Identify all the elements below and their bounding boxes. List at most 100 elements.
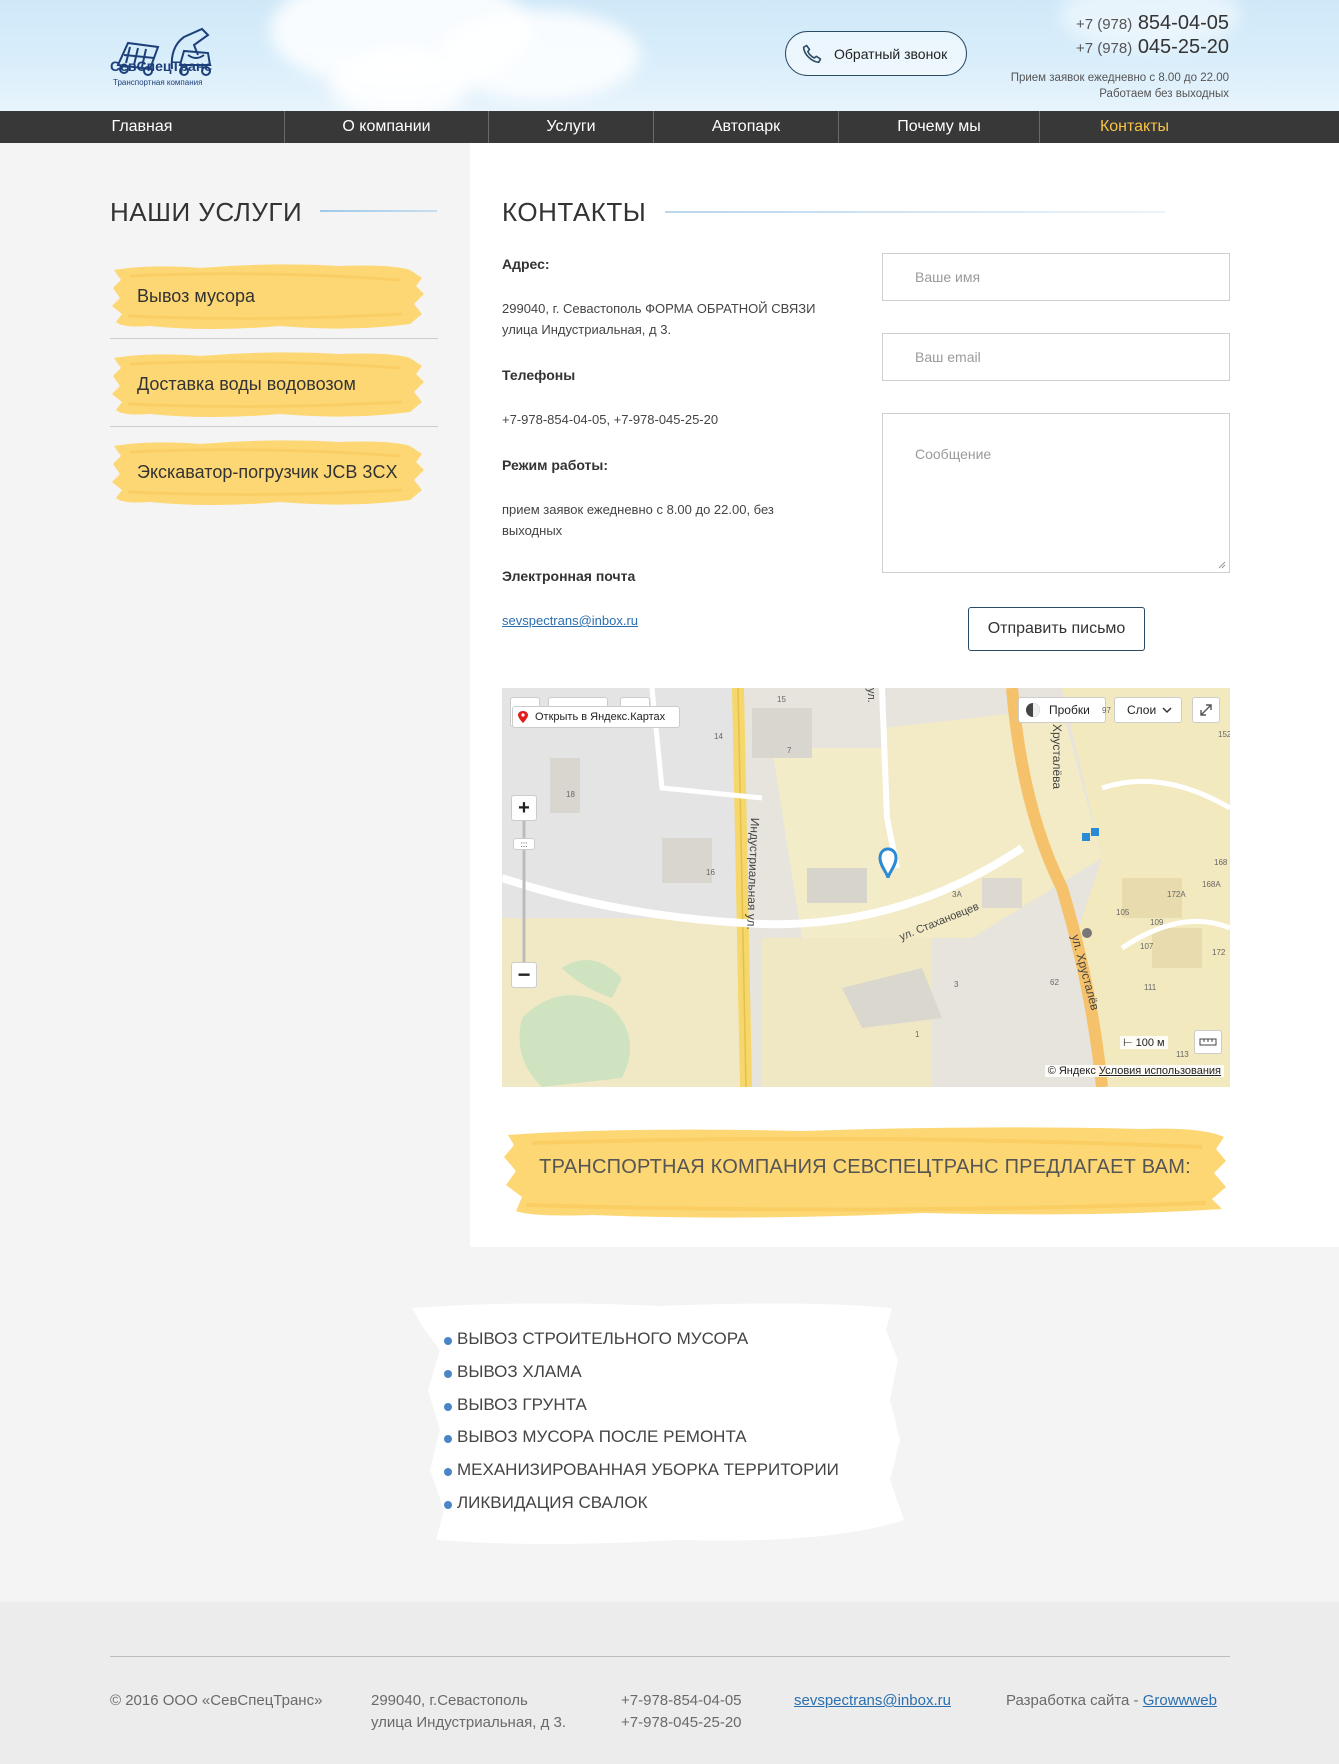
sidebar-item-label: Экскаватор-погрузчик JCB 3CX (137, 462, 398, 482)
map-canvas[interactable] (502, 688, 1230, 1087)
chevron-down-icon (1162, 707, 1172, 714)
traffic-label: Пробки (1049, 703, 1090, 717)
open-in-yandex-maps-link[interactable]: Открыть в Яндекс.Картах (512, 706, 680, 728)
site-header: СевСпецТранс Транспортная компания Обрат… (0, 0, 1339, 111)
sidebar-item-excavator[interactable]: Экскаватор-погрузчик JCB 3CX (110, 438, 438, 526)
footer-phone-2[interactable]: +7-978-045-25-20 (621, 1712, 742, 1734)
resize-handle-icon[interactable] (1218, 561, 1226, 569)
email-link[interactable]: sevspectrans@inbox.ru (502, 613, 638, 628)
email-label: Электронная почта (502, 568, 636, 584)
house-number: 15 (777, 695, 786, 704)
house-number: 168А (1202, 880, 1221, 889)
map-pin-icon (518, 711, 528, 723)
nav-fleet[interactable]: Автопарк (654, 111, 839, 143)
ruler-button[interactable] (1194, 1030, 1222, 1054)
house-number: 3 (954, 980, 959, 989)
footer-divider (110, 1656, 1230, 1657)
sidebar-title: НАШИ УСЛУГИ (110, 197, 303, 227)
developer-link[interactable]: Growwweb (1143, 1692, 1217, 1709)
logo-name: СевСпецТранс (110, 58, 213, 74)
nav-services[interactable]: Услуги (489, 111, 654, 143)
traffic-button[interactable]: Пробки (1018, 697, 1106, 723)
fullscreen-button[interactable] (1192, 697, 1220, 723)
expand-icon (1200, 704, 1212, 716)
phones-label: Телефоны (502, 367, 576, 383)
offer-item: ВЫВОЗ ХЛАМА (444, 1362, 582, 1381)
layers-dropdown[interactable]: Слои (1114, 697, 1182, 723)
house-number: 172А (1167, 890, 1186, 899)
address-label: Адрес: (502, 256, 550, 272)
site-footer (0, 1602, 1339, 1764)
sidebar-item-water-delivery[interactable]: Доставка воды водовозом (110, 350, 438, 438)
house-number: 172 (1212, 948, 1226, 957)
map-terms-link[interactable]: Условия использования (1099, 1065, 1221, 1077)
layers-label: Слои (1127, 703, 1157, 717)
footer-phone-1[interactable]: +7-978-854-04-05 (621, 1690, 742, 1712)
hours-line-1: прием заявок ежедневно с 8.00 до 22.00, … (502, 502, 774, 517)
footer-address-line-2: улица Индустриальная, д 3. (371, 1714, 567, 1731)
footer-address: 299040, г.Севастополь улица Индустриальн… (371, 1690, 566, 1734)
hours-value: прием заявок ежедневно с 8.00 до 22.00, … (502, 499, 774, 541)
house-number: 16 (706, 868, 715, 877)
header-phone-1[interactable]: +7 (978) 854-04-05 (1076, 12, 1229, 35)
banner-text: ТРАНСПОРТНАЯ КОМПАНИЯ СЕВСПЕЦТРАНС ПРЕДЛ… (539, 1156, 1191, 1178)
house-number: 111 (1144, 983, 1157, 992)
address-line-2: улица Индустриальная, д 3. (502, 322, 672, 337)
footer-email-link[interactable]: sevspectrans@inbox.ru (794, 1692, 951, 1709)
phone-2-number: 045-25-20 (1137, 36, 1229, 58)
sidebar-item-garbage-removal[interactable]: Вывоз мусора (110, 262, 438, 350)
cloud-decoration (330, 50, 470, 111)
open-in-yandex-maps-label: Открыть в Яндекс.Картах (535, 711, 666, 723)
offer-banner: ТРАНСПОРТНАЯ КОМПАНИЯ СЕВСПЕЦТРАНС ПРЕДЛ… (502, 1125, 1228, 1221)
sidebar-title-underline (320, 210, 437, 212)
map-scale: ⊢ 100 м (1120, 1036, 1168, 1049)
offer-item: ВЫВОЗ СТРОИТЕЛЬНОГО МУСОРА (443, 1329, 749, 1348)
email-input[interactable]: Ваш email (882, 333, 1230, 381)
working-hours-note: Прием заявок ежедневно с 8.00 до 22.00 (1010, 72, 1229, 84)
sidebar-item-label: Доставка воды водовозом (137, 374, 356, 394)
address-value: 299040, г. Севастополь ФОРМА ОБРАТНОЙ СВ… (502, 298, 815, 340)
nav-contacts[interactable]: Контакты (1040, 111, 1229, 143)
street-label: ул. (865, 688, 877, 703)
house-number: 18 (566, 790, 575, 799)
house-number: 152 (1218, 730, 1230, 739)
ruler-icon (1199, 1038, 1217, 1046)
phone-1-number: 854-04-05 (1137, 12, 1229, 34)
offer-item: ВЫВОЗ МУСОРА ПОСЛЕ РЕМОНТА (444, 1427, 747, 1446)
yandex-map[interactable]: Найти Открыть в Яндекс.Картах Пробки Сло… (502, 688, 1230, 1087)
logo-tagline: Транспортная компания (113, 78, 203, 87)
offer-item: МЕХАНИЗИРОВАННАЯ УБОРКА ТЕРРИТОРИИ (444, 1460, 839, 1479)
nav-why-us[interactable]: Почему мы (839, 111, 1040, 143)
zoom-slider-handle[interactable]: ::: (513, 838, 535, 850)
nav-home[interactable]: Главная (0, 111, 285, 143)
house-number: 113 (1176, 1050, 1189, 1059)
header-phone-2[interactable]: +7 (978) 045-25-20 (1076, 36, 1229, 59)
map-scale-value: 100 м (1135, 1037, 1165, 1049)
divider (110, 338, 438, 339)
submit-button[interactable]: Отправить письмо (968, 607, 1145, 651)
offer-item: ЛИКВИДАЦИЯ СВАЛОК (444, 1493, 648, 1512)
house-number: 7 (787, 746, 792, 755)
footer-developer: Разработка сайта - Growwweb (1006, 1690, 1217, 1712)
email-value: sevspectrans@inbox.ru (502, 610, 638, 631)
main-navigation: Главная О компании Услуги Автопарк Почем… (0, 111, 1339, 143)
footer-address-line-1: 299040, г.Севастополь (371, 1692, 528, 1709)
footer-phones: +7-978-854-04-05 +7-978-045-25-20 (621, 1690, 742, 1734)
street-label: Хрусталёва (1050, 724, 1064, 790)
footer-copyright: © 2016 ООО «СевСпецТранс» (110, 1692, 323, 1709)
traffic-icon (1026, 703, 1040, 717)
message-textarea[interactable]: Сообщение (882, 413, 1230, 573)
divider (110, 426, 438, 427)
footer-email: sevspectrans@inbox.ru (794, 1690, 951, 1712)
hours-line-2: выходных (502, 523, 563, 538)
callback-button[interactable]: Обратный звонок (785, 31, 967, 76)
callback-label: Обратный звонок (834, 45, 948, 62)
house-number: 105 (1116, 908, 1130, 917)
name-input[interactable]: Ваше имя (882, 253, 1230, 301)
map-attribution: © Яндекс Условия использования (1044, 1065, 1224, 1077)
nav-about[interactable]: О компании (285, 111, 489, 143)
house-number: 3А (952, 890, 962, 899)
message-placeholder: Сообщение (915, 446, 992, 462)
zoom-in-button[interactable]: + (511, 795, 537, 821)
zoom-out-button[interactable]: − (511, 962, 537, 988)
